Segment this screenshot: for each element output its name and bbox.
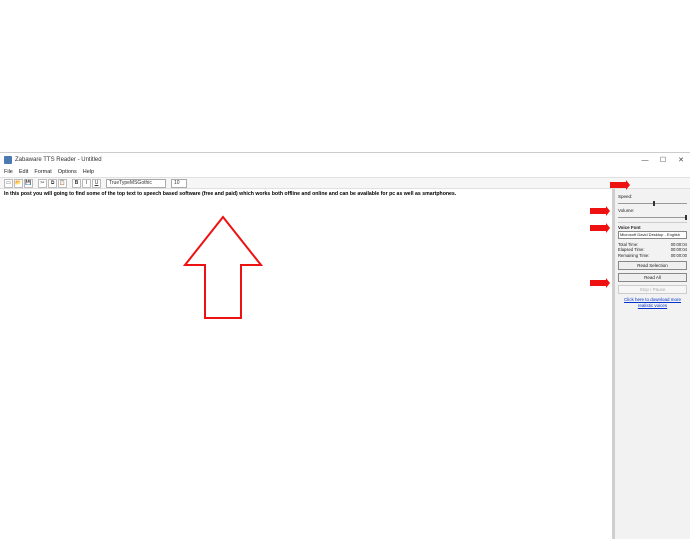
toolbar-paste-icon[interactable]: 📋 <box>58 179 67 188</box>
minimize-button[interactable]: — <box>640 155 650 165</box>
document-text-area[interactable]: In this post you will going to find some… <box>0 189 614 539</box>
voice-select[interactable]: Microsoft David Desktop - English <box>618 231 687 239</box>
menubar: File Edit Format Options Help <box>0 167 690 177</box>
toolbar-copy-icon[interactable]: ⧉ <box>48 179 57 188</box>
speed-slider[interactable] <box>618 200 687 206</box>
remaining-time-label: Remaining Time: <box>618 253 649 258</box>
toolbar-open-icon[interactable]: 📂 <box>14 179 23 188</box>
voice-section-label: Voice Font <box>618 225 687 230</box>
download-voices-link[interactable]: Click here to download more realistic vo… <box>618 297 687 308</box>
window-title: Zabaware TTS Reader - Untitled <box>15 157 640 163</box>
menu-format[interactable]: Format <box>34 169 51 175</box>
toolbar-new-icon[interactable]: ▭ <box>4 179 13 188</box>
toolbar-italic-icon[interactable]: I <box>82 179 91 188</box>
toolbar-bold-icon[interactable]: B <box>72 179 81 188</box>
toolbar: ▭ 📂 💾 ✂ ⧉ 📋 B I U TrueTypeMSGothic 10 <box>0 177 690 189</box>
stop-pause-button[interactable]: Stop / Pause <box>618 285 687 294</box>
font-size-select[interactable]: 10 <box>171 179 187 188</box>
toolbar-save-icon[interactable]: 💾 <box>24 179 33 188</box>
read-selection-button[interactable]: Read Selection <box>618 261 687 270</box>
maximize-button[interactable]: ☐ <box>658 155 668 165</box>
speed-label: Speed: <box>618 194 687 199</box>
speed-slider-thumb[interactable] <box>653 201 655 206</box>
remaining-time-value: 00:00:00 <box>671 253 687 258</box>
menu-file[interactable]: File <box>4 169 13 175</box>
toolbar-cut-icon[interactable]: ✂ <box>38 179 47 188</box>
menu-options[interactable]: Options <box>58 169 77 175</box>
font-family-select[interactable]: TrueTypeMSGothic <box>106 179 166 188</box>
side-panel: Speed: Volume: Voice Font Microsoft Davi… <box>614 189 690 539</box>
volume-slider[interactable] <box>618 214 687 220</box>
document-content: In this post you will going to find some… <box>4 191 456 197</box>
menu-edit[interactable]: Edit <box>19 169 28 175</box>
menu-help[interactable]: Help <box>83 169 94 175</box>
app-icon <box>4 156 12 164</box>
divider <box>618 222 687 223</box>
volume-slider-thumb[interactable] <box>685 215 687 220</box>
toolbar-underline-icon[interactable]: U <box>92 179 101 188</box>
volume-label: Volume: <box>618 208 687 213</box>
read-all-button[interactable]: Read All <box>618 273 687 282</box>
close-button[interactable]: ✕ <box>676 155 686 165</box>
